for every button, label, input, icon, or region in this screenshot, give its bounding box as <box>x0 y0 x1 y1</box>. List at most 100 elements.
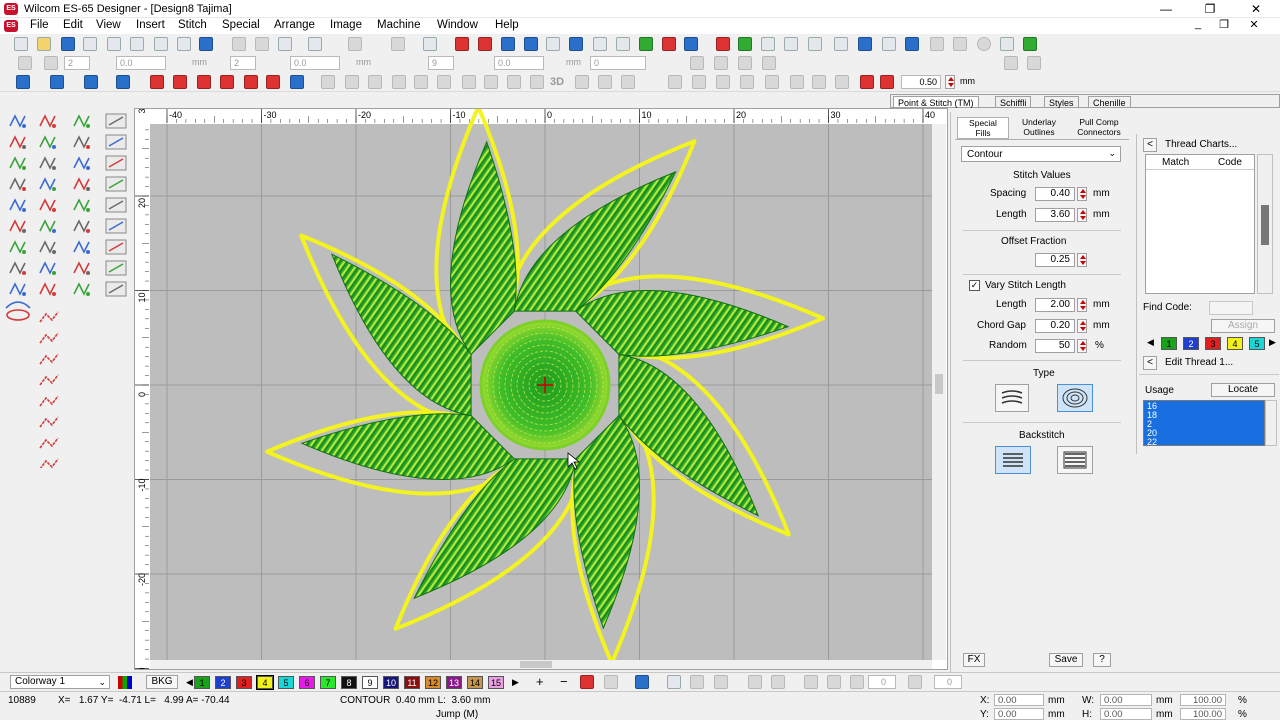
knife-icon[interactable] <box>39 282 56 296</box>
height-count-field[interactable]: 2 <box>230 56 256 70</box>
show-grid-icon[interactable] <box>569 37 583 51</box>
menu-window[interactable]: Window <box>437 19 478 31</box>
save-icon[interactable] <box>61 37 75 51</box>
palette-prev-icon[interactable]: ◀ <box>186 677 193 688</box>
doc-minimize-button[interactable]: _ <box>1186 18 1210 30</box>
color-palette-icon[interactable] <box>118 676 132 689</box>
mirror-h-icon[interactable] <box>690 56 704 70</box>
find-code-input[interactable] <box>1209 301 1253 315</box>
skew-field[interactable]: 0.0 <box>494 56 544 70</box>
run-icon[interactable] <box>116 75 130 89</box>
rectangle-icon[interactable] <box>105 197 127 213</box>
view-design-icon[interactable] <box>930 37 944 51</box>
color-icon[interactable] <box>662 37 676 51</box>
bkg-button[interactable]: BKG <box>146 675 178 689</box>
arc-icon[interactable] <box>804 675 818 689</box>
width-count-field[interactable]: 2 <box>64 56 90 70</box>
thread-swatch-4[interactable]: 4 <box>1227 337 1243 350</box>
tab-underlay-outlines[interactable]: Underlay Outlines <box>1011 117 1067 139</box>
trapunto-icon[interactable] <box>368 75 382 89</box>
stitch-tool-icon[interactable] <box>39 374 59 386</box>
frame-icon[interactable] <box>1000 37 1014 51</box>
w-value-field[interactable]: 0.00 <box>1100 694 1152 706</box>
menu-file[interactable]: File <box>30 19 49 31</box>
stitch-tool-icon[interactable] <box>39 353 59 365</box>
palette-next-icon[interactable]: ▶ <box>512 677 519 688</box>
order-icon[interactable] <box>790 75 804 89</box>
counter-field-1[interactable]: 0 <box>868 675 896 689</box>
thread-swatch-2[interactable]: 2 <box>1183 337 1199 350</box>
zigzag-red-icon[interactable] <box>9 219 26 233</box>
break-icon[interactable] <box>692 75 706 89</box>
zigzag-icon[interactable] <box>197 75 211 89</box>
vertical-scroll-thumb[interactable] <box>935 374 943 394</box>
people-icon[interactable] <box>39 240 56 254</box>
color-swatch-14[interactable]: 14 <box>467 676 483 689</box>
thread-table-scrollbar[interactable] <box>1257 154 1273 294</box>
camera-icon[interactable] <box>667 675 681 689</box>
add-color-icon[interactable]: + <box>536 674 544 689</box>
texture-icon[interactable] <box>105 281 127 297</box>
show-connectors-icon[interactable] <box>524 37 538 51</box>
usage-scrollbar[interactable] <box>1265 400 1277 446</box>
satin-icon[interactable] <box>84 75 98 89</box>
settings-gear-icon[interactable] <box>1023 37 1037 51</box>
photo-icon[interactable] <box>105 260 127 276</box>
stitch-length-spinner[interactable] <box>945 75 955 89</box>
menu-help[interactable]: Help <box>495 19 519 31</box>
stitch-length-field[interactable]: 0.50 <box>901 75 941 89</box>
library-icon[interactable] <box>738 37 752 51</box>
send-to-machine-icon[interactable] <box>154 37 168 51</box>
height-field[interactable]: 0.0 <box>290 56 340 70</box>
w-percent-field[interactable]: 100.00 <box>1180 694 1226 706</box>
text-icon[interactable] <box>39 219 56 233</box>
stitch-tool-icon[interactable] <box>39 332 59 344</box>
design-canvas[interactable]: -40-30-20-100102030403020100-10-20-30 <box>134 101 948 681</box>
color-swatch-11[interactable]: 11 <box>404 676 420 689</box>
width-field[interactable]: 0.0 <box>116 56 166 70</box>
ellipse-icon[interactable] <box>105 176 127 192</box>
distribute-icon[interactable] <box>1027 56 1041 70</box>
color-swatch-7[interactable]: 7 <box>320 676 336 689</box>
h-percent-field[interactable]: 100.00 <box>1180 708 1226 720</box>
offset-fraction-spinner[interactable] <box>1077 253 1087 267</box>
maximize-button[interactable]: ❐ <box>1188 1 1232 17</box>
fill-type-select[interactable]: Contour ⌄ <box>961 146 1121 162</box>
10-icon[interactable] <box>73 261 90 275</box>
emboss-icon[interactable] <box>598 75 612 89</box>
stitch-tool-icon[interactable] <box>39 395 59 407</box>
y-value-field[interactable]: 0.00 <box>994 708 1044 720</box>
red-dot-icon[interactable] <box>73 177 90 191</box>
select-arrow-icon[interactable] <box>9 114 26 128</box>
color-wheel-icon[interactable] <box>580 675 594 689</box>
color-swatch-12[interactable]: 12 <box>425 676 441 689</box>
paste-icon[interactable] <box>278 37 292 51</box>
refresh-icon[interactable] <box>850 675 864 689</box>
color-swatch-6[interactable]: 6 <box>299 676 315 689</box>
color-swatch-8[interactable]: 8 <box>341 676 357 689</box>
ungroup-icon[interactable] <box>765 75 779 89</box>
fx-button[interactable]: FX <box>963 653 985 667</box>
show-stitches-icon[interactable] <box>455 37 469 51</box>
stitch-player-icon[interactable] <box>716 37 730 51</box>
counter-field-2[interactable]: 0 <box>934 675 962 689</box>
radial-icon[interactable] <box>437 75 451 89</box>
colorway-select[interactable]: Colorway 1 ⌄ <box>10 675 110 689</box>
stitch-count-icon[interactable] <box>73 198 90 212</box>
spacing-spinner[interactable] <box>1077 187 1087 201</box>
show-objects-icon[interactable] <box>501 37 515 51</box>
color-swatch-2[interactable]: 2 <box>215 676 231 689</box>
menu-view[interactable]: View <box>96 19 121 31</box>
save-button[interactable]: Save <box>1049 653 1083 667</box>
backstitch-on-button[interactable] <box>995 446 1031 474</box>
stitch-tool-icon[interactable] <box>39 437 59 449</box>
flower-library-icon[interactable] <box>73 114 90 128</box>
puzzle-icon[interactable] <box>105 218 127 234</box>
col-match[interactable]: Match <box>1162 157 1189 168</box>
join-icon[interactable] <box>716 75 730 89</box>
color-select-icon[interactable] <box>880 75 894 89</box>
h-value-field[interactable]: 0.00 <box>1100 708 1152 720</box>
stipple-icon[interactable] <box>392 75 406 89</box>
color-sort-icon[interactable] <box>860 75 874 89</box>
rotate-left-icon[interactable] <box>738 56 752 70</box>
